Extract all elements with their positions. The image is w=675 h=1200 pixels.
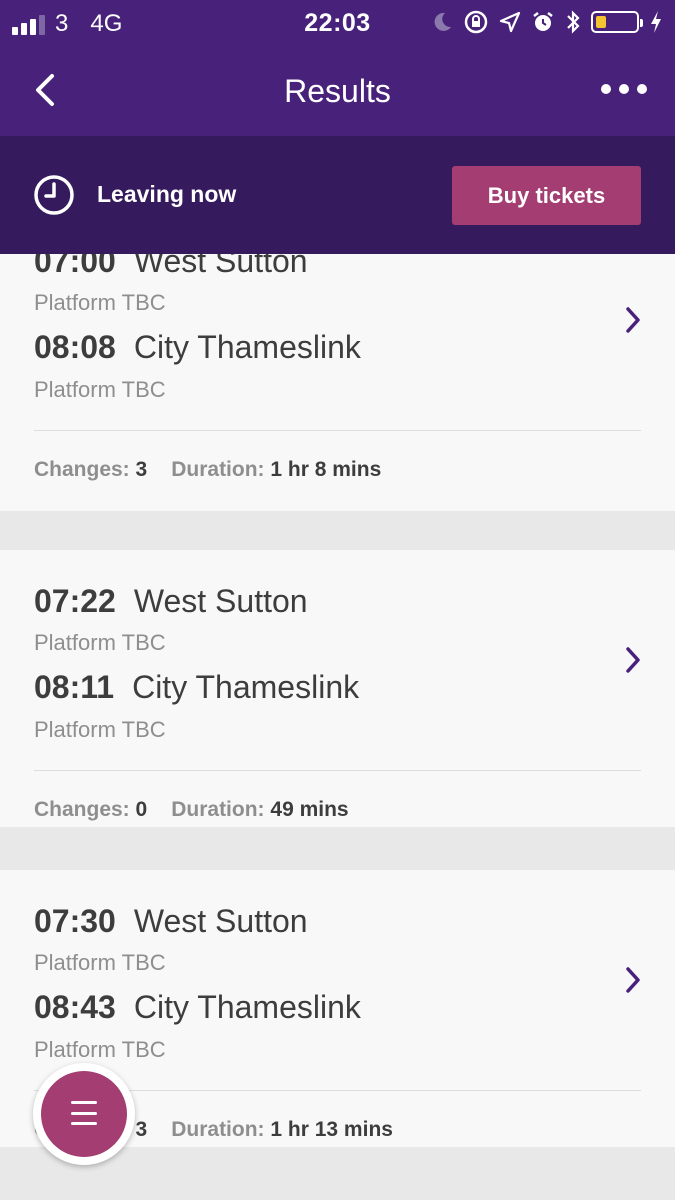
arrival-platform: Platform TBC	[34, 377, 166, 402]
departure-platform: Platform TBC	[34, 950, 166, 975]
departure-station: West Sutton	[133, 254, 308, 279]
departure-row: 07:00 West Sutton	[34, 254, 308, 280]
battery-icon	[591, 11, 643, 33]
departure-time: 07:00	[34, 254, 116, 279]
charging-bolt-icon	[651, 11, 661, 33]
departure-station: West Sutton	[133, 583, 308, 619]
hamburger-menu-icon	[71, 1101, 97, 1125]
duration-value: 1 hr 8 mins	[270, 458, 382, 481]
arrival-platform: Platform TBC	[34, 1037, 166, 1062]
changes-value: 3	[135, 458, 148, 481]
duration-label: Duration:	[171, 458, 265, 481]
journey-options-bar: Leaving now Buy tickets	[0, 136, 675, 254]
location-arrow-icon	[499, 11, 521, 33]
departure-row: 07:22 West Sutton	[34, 583, 308, 620]
changes-value: 3	[135, 1118, 148, 1141]
status-right	[433, 9, 663, 35]
arrival-platform: Platform TBC	[34, 717, 166, 742]
departure-time: 07:22	[34, 583, 116, 619]
changes-label: Changes:	[34, 798, 130, 821]
menu-fab-button[interactable]	[33, 1063, 135, 1165]
duration-label: Duration:	[171, 798, 265, 821]
arrival-station: City Thameslink	[133, 989, 361, 1025]
arrival-time: 08:11	[34, 669, 115, 705]
clock-icon[interactable]	[33, 174, 75, 216]
journey-card[interactable]: 07:22 West Sutton Platform TBC 08:11 City …	[0, 550, 675, 827]
arrival-time: 08:43	[34, 989, 116, 1025]
departure-row: 07:30 West Sutton	[34, 903, 308, 940]
battery-level	[596, 16, 606, 28]
buy-tickets-button[interactable]: Buy tickets	[452, 166, 641, 225]
page-title: Results	[284, 73, 391, 109]
arrival-station: City Thameslink	[133, 329, 361, 365]
chevron-right-icon[interactable]	[622, 305, 644, 335]
chevron-right-icon[interactable]	[622, 965, 644, 995]
bluetooth-icon	[567, 10, 580, 34]
arrival-row: 08:43 City Thameslink	[34, 989, 361, 1026]
departure-platform: Platform TBC	[34, 290, 166, 315]
departure-time: 07:30	[34, 903, 116, 939]
journey-meta: Changes: 0 Duration: 49 mins	[34, 798, 349, 822]
leaving-time-label[interactable]: Leaving now	[97, 181, 236, 208]
journey-card[interactable]: 07:00 West Sutton Platform TBC 08:08 City …	[0, 254, 675, 511]
more-options-icon[interactable]	[601, 76, 647, 102]
do-not-disturb-icon	[434, 12, 451, 31]
changes-value: 0	[135, 798, 148, 821]
duration-value: 1 hr 13 mins	[270, 1118, 393, 1141]
navigation-bar: Results	[0, 46, 675, 136]
card-divider	[34, 430, 641, 431]
rotation-lock-icon	[464, 10, 488, 34]
alarm-icon	[533, 12, 553, 31]
status-bar: 3 4G 22:03	[0, 0, 675, 46]
duration-label: Duration:	[171, 1118, 265, 1141]
results-list[interactable]: 07:00 West Sutton Platform TBC 08:08 City …	[0, 254, 675, 1200]
departure-platform: Platform TBC	[34, 630, 166, 655]
menu-fab-inner[interactable]	[41, 1071, 127, 1157]
arrival-row: 08:11 City Thameslink	[34, 669, 359, 706]
journey-meta: Changes: 3 Duration: 1 hr 8 mins	[34, 458, 381, 482]
card-divider	[34, 770, 641, 771]
duration-value: 49 mins	[270, 798, 349, 821]
departure-station: West Sutton	[133, 903, 308, 939]
arrival-row: 08:08 City Thameslink	[34, 329, 361, 366]
arrival-time: 08:08	[34, 329, 116, 365]
changes-label: Changes:	[34, 458, 130, 481]
chevron-right-icon[interactable]	[622, 645, 644, 675]
arrival-station: City Thameslink	[132, 669, 360, 705]
